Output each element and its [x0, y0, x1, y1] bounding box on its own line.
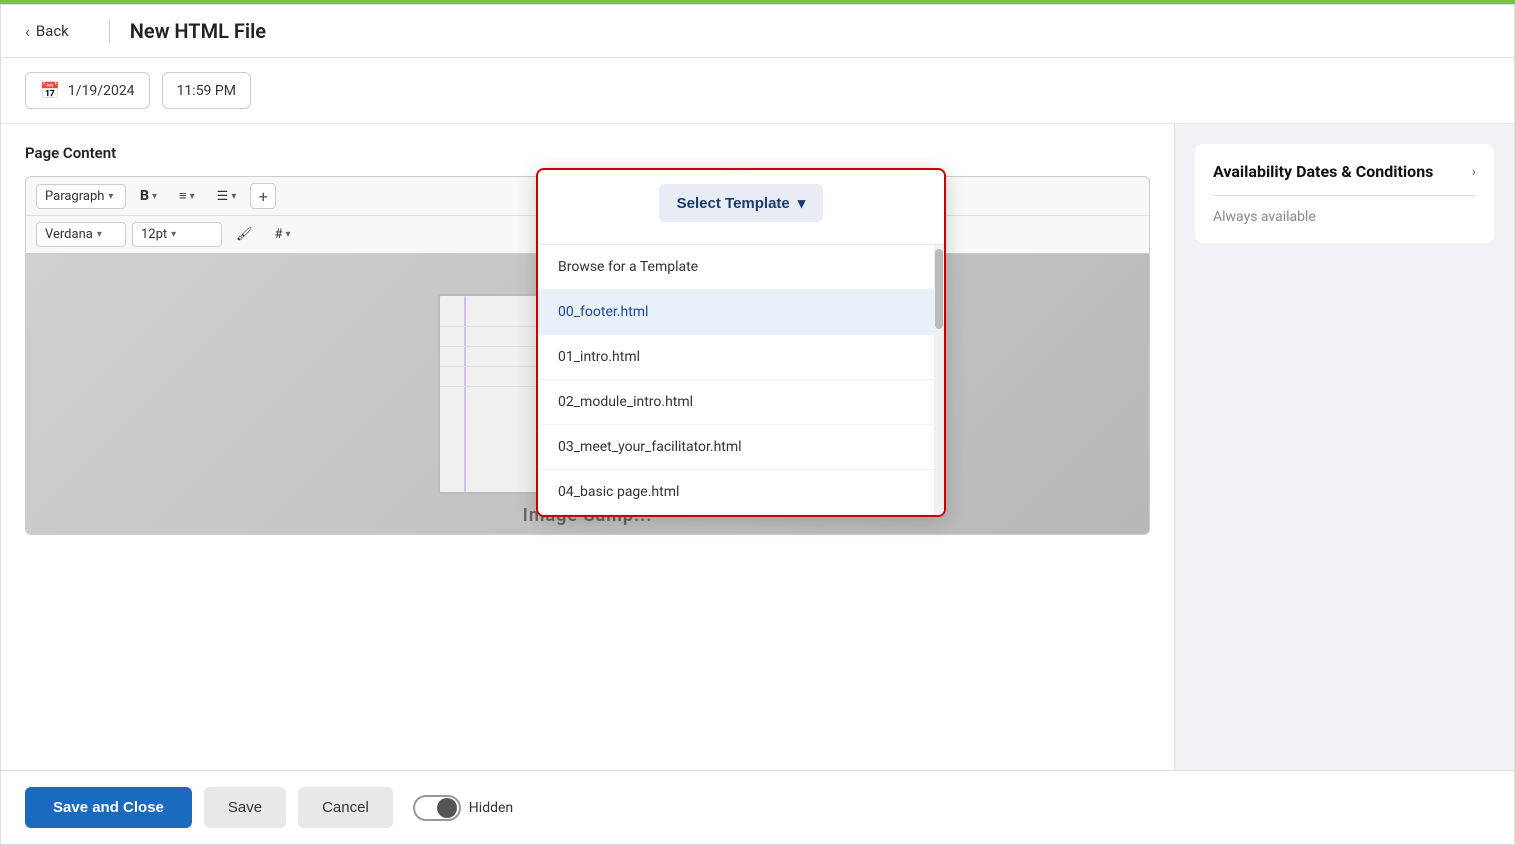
template-dropdown: Select Template ▾ Browse for a Template …	[536, 168, 946, 517]
size-chevron-icon: ▾	[171, 229, 176, 240]
footer: Save and Close Save Cancel Hidden	[1, 770, 1514, 844]
availability-card-title: Availability Dates & Conditions	[1213, 162, 1433, 183]
scrollbar-thumb	[935, 249, 943, 329]
font-label: Verdana	[45, 227, 93, 242]
save-button[interactable]: Save	[204, 787, 286, 828]
browse-template-label: Browse for a Template	[558, 259, 698, 275]
format-button[interactable]: # ▾	[267, 223, 299, 246]
page-title: New HTML File	[130, 19, 266, 43]
cancel-button[interactable]: Cancel	[298, 787, 393, 828]
datetime-row: 📅 1/19/2024 11:59 PM	[1, 58, 1514, 124]
paragraph-dropdown[interactable]: Paragraph ▾	[36, 184, 126, 209]
footer-template-label: 00_footer.html	[558, 304, 648, 320]
bold-button[interactable]: B ▾	[132, 184, 165, 208]
size-label: 12pt	[141, 227, 167, 242]
font-chevron-icon: ▾	[97, 229, 102, 240]
availability-divider	[1213, 195, 1476, 196]
availability-card: Availability Dates & Conditions › Always…	[1195, 144, 1494, 243]
select-template-label: Select Template	[677, 195, 790, 212]
font-dropdown[interactable]: Verdana ▾	[36, 222, 126, 247]
size-dropdown[interactable]: 12pt ▾	[132, 222, 222, 247]
format-icon: #	[275, 227, 283, 242]
add-element-button[interactable]: +	[250, 183, 276, 209]
section-label: Page Content	[25, 144, 1150, 162]
date-value: 1/19/2024	[68, 83, 135, 99]
template-chevron-icon: ▾	[798, 194, 806, 212]
module-intro-template-label: 02_module_intro.html	[558, 394, 693, 410]
format-chevron-icon: ▾	[286, 229, 291, 240]
dropdown-caret	[731, 168, 751, 170]
toggle-knob	[437, 798, 457, 818]
align-icon: ≡	[179, 188, 187, 204]
align-chevron-icon: ▾	[190, 191, 195, 202]
availability-value: Always available	[1213, 209, 1316, 225]
visibility-toggle-group: Hidden	[413, 795, 513, 821]
availability-card-header: Availability Dates & Conditions ›	[1213, 162, 1476, 183]
intro-template-label: 01_intro.html	[558, 349, 640, 365]
save-close-button[interactable]: Save and Close	[25, 787, 192, 828]
dropdown-scrollbar[interactable]	[934, 245, 944, 515]
module-intro-template-item[interactable]: 02_module_intro.html	[538, 380, 944, 425]
back-button[interactable]: ‹ Back	[25, 22, 69, 41]
list-button[interactable]: ☰ ▾	[209, 185, 245, 208]
availability-expand-icon[interactable]: ›	[1472, 164, 1476, 180]
color-icon: 🖌	[236, 227, 253, 242]
header: ‹ Back New HTML File	[1, 5, 1514, 58]
meet-facilitator-template-label: 03_meet_your_facilitator.html	[558, 439, 742, 455]
bold-chevron-icon: ▾	[152, 191, 157, 202]
toggle-label: Hidden	[469, 800, 513, 816]
paragraph-chevron-icon: ▾	[108, 191, 113, 202]
paragraph-label: Paragraph	[45, 189, 104, 204]
calendar-icon: 📅	[40, 81, 60, 100]
dropdown-body: Browse for a Template 00_footer.html 01_…	[538, 245, 944, 515]
browse-template-item[interactable]: Browse for a Template	[538, 245, 944, 290]
meet-facilitator-template-item[interactable]: 03_meet_your_facilitator.html	[538, 425, 944, 470]
time-value: 11:59 PM	[177, 83, 236, 99]
back-label: Back	[36, 22, 69, 40]
right-sidebar: Availability Dates & Conditions › Always…	[1174, 124, 1514, 770]
footer-template-item[interactable]: 00_footer.html	[538, 290, 944, 335]
select-template-button[interactable]: Select Template ▾	[659, 184, 824, 222]
intro-template-item[interactable]: 01_intro.html	[538, 335, 944, 380]
align-button[interactable]: ≡ ▾	[171, 184, 203, 208]
back-arrow-icon: ‹	[25, 22, 30, 41]
list-icon: ☰	[217, 189, 229, 204]
main-container: ‹ Back New HTML File 📅 1/19/2024 11:59 P…	[0, 4, 1515, 845]
header-divider	[109, 19, 110, 43]
bold-icon: B	[140, 188, 149, 204]
visibility-toggle[interactable]	[413, 795, 461, 821]
basic-page-template-label: 04_basic page.html	[558, 484, 679, 500]
basic-page-template-item[interactable]: 04_basic page.html	[538, 470, 944, 515]
dropdown-header: Select Template ▾	[538, 170, 944, 245]
time-field[interactable]: 11:59 PM	[162, 72, 251, 109]
list-chevron-icon: ▾	[231, 191, 236, 202]
date-field[interactable]: 📅 1/19/2024	[25, 72, 150, 109]
color-button[interactable]: 🖌	[228, 223, 261, 246]
